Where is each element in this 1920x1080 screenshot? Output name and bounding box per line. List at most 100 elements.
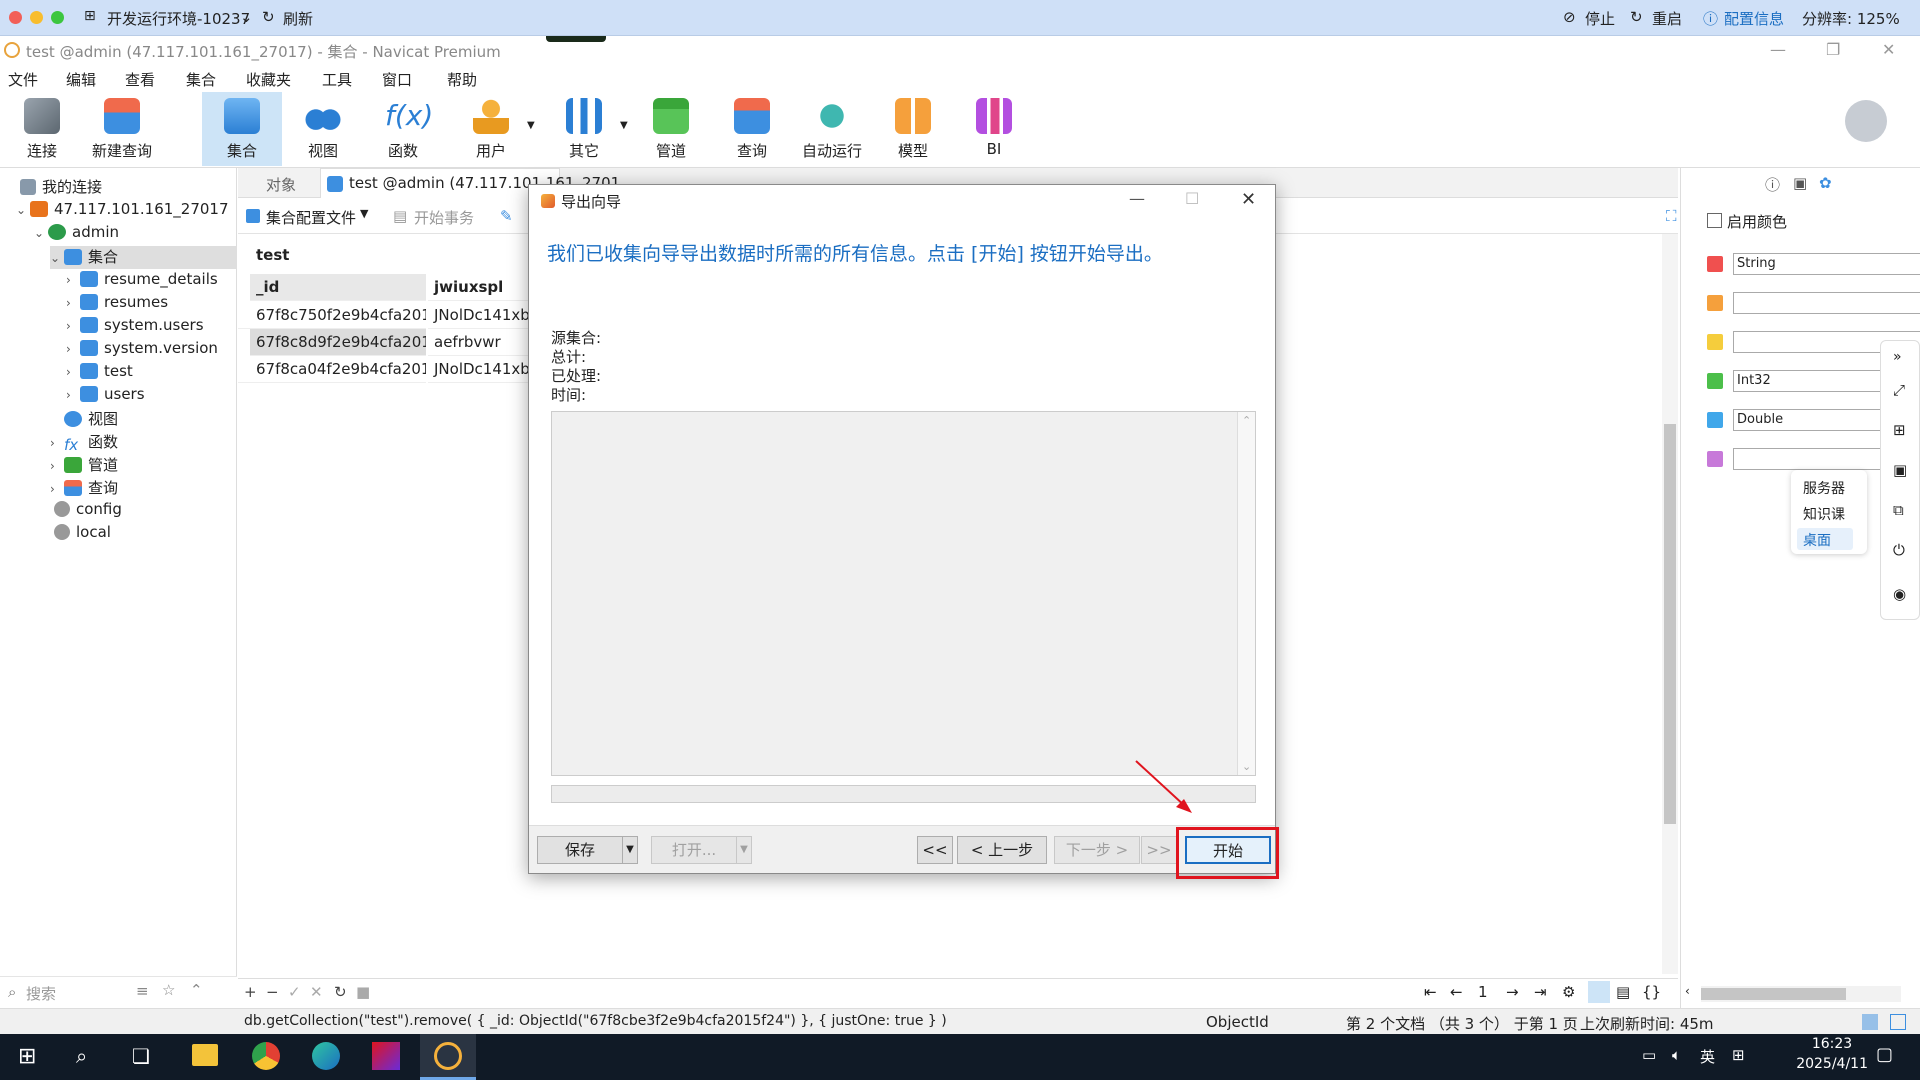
refresh-button[interactable]: 刷新 (283, 8, 313, 29)
color-swatch[interactable] (1707, 334, 1723, 350)
add-icon[interactable]: + (244, 983, 257, 1001)
collection-item[interactable]: › test (66, 362, 133, 385)
task-view-icon[interactable]: ❏ (132, 1044, 150, 1068)
maximize-dot[interactable] (51, 11, 64, 24)
fullscreen-icon[interactable]: ⤢ (1893, 381, 1905, 399)
model-button[interactable]: 模型 (873, 92, 953, 166)
keyboard-icon[interactable]: ⊞ (1732, 1046, 1745, 1064)
group-pipelines[interactable]: › 管道 (50, 454, 118, 477)
close-icon[interactable]: ✕ (1882, 40, 1895, 59)
collapse-icon[interactable]: ⌃ (190, 981, 203, 999)
eye-icon[interactable]: ◉ (1893, 585, 1906, 603)
first-page-icon[interactable]: ⇤ (1424, 983, 1437, 1001)
db-local[interactable]: local (54, 523, 111, 546)
group-views[interactable]: 视图 (64, 408, 118, 431)
prev-step-button[interactable]: < 上一步 (957, 836, 1047, 864)
clock-date[interactable]: 2025/4/11 (1768, 1056, 1868, 1072)
connection-node[interactable]: ⌄ 47.117.101.161_27017 (16, 200, 229, 223)
info-icon[interactable]: ⓘ (1765, 174, 1780, 195)
collection-item[interactable]: › resume_details (66, 270, 218, 293)
close-icon[interactable]: ✕ (1241, 189, 1256, 210)
db-config[interactable]: config (54, 500, 122, 523)
popup-item-course[interactable]: 知识课 (1803, 504, 1845, 524)
minimize-dot[interactable] (30, 11, 43, 24)
copy-icon[interactable]: ⧉ (1893, 501, 1904, 519)
log-textarea[interactable]: ⌃ ⌄ (551, 411, 1256, 776)
menu-collection[interactable]: 集合 (186, 69, 216, 90)
color-swatch[interactable] (1707, 256, 1723, 272)
chevron-left-icon[interactable]: ‹ (1685, 984, 1690, 998)
connect-button[interactable]: 连接 (2, 92, 82, 166)
minimize-icon[interactable]: — (1770, 40, 1786, 59)
menu-tools[interactable]: 工具 (322, 69, 352, 90)
check-icon[interactable]: ✓ (288, 983, 301, 1001)
save-dropdown[interactable]: ▼ (622, 836, 638, 864)
volume-icon[interactable]: 🔈︎ (1672, 1046, 1681, 1064)
stop-icon[interactable]: ⊘ (1563, 8, 1576, 26)
scrollbar-thumb[interactable] (1701, 988, 1846, 1000)
next-page-icon[interactable]: → (1506, 983, 1519, 1001)
settings-icon[interactable]: ⚙ (1562, 983, 1575, 1001)
menu-favorites[interactable]: 收藏夹 (246, 69, 291, 90)
collection-item[interactable]: › users (66, 385, 145, 408)
color-swatch[interactable] (1707, 451, 1723, 467)
tab-objects[interactable]: 对象 (266, 174, 296, 195)
chevron-down-icon[interactable]: ▼ (360, 207, 368, 220)
fullscreen-icon[interactable]: ⛶ (1666, 207, 1677, 225)
json-view-icon[interactable]: {} (1642, 983, 1661, 1001)
panel-left-icon[interactable] (1862, 1014, 1878, 1030)
cancel-icon[interactable]: ✕ (310, 983, 323, 1001)
stop-button[interactable]: 停止 (1585, 8, 1615, 29)
grid-view-icon[interactable] (1588, 981, 1610, 1003)
scrollbar-thumb[interactable] (1664, 424, 1676, 824)
clock-time[interactable]: 16:23 (1794, 1036, 1870, 1052)
collection-button[interactable]: 集合 (202, 92, 282, 166)
pipeline-button[interactable]: 管道 (631, 92, 711, 166)
popup-item-desktop[interactable]: 桌面 (1803, 530, 1831, 550)
refresh-icon[interactable]: ↻ (334, 983, 347, 1001)
maximize-icon[interactable]: ☐ (1185, 189, 1199, 208)
group-functions[interactable]: › fx 函数 (50, 431, 118, 454)
restart-button[interactable]: 重启 (1652, 8, 1682, 29)
color-swatch[interactable] (1707, 412, 1723, 428)
other-button[interactable]: 其它 (544, 92, 624, 166)
avatar[interactable] (1845, 100, 1887, 142)
refresh-icon[interactable]: ↻ (262, 8, 275, 26)
group-queries[interactable]: › 查询 (50, 477, 118, 500)
panel-right-icon[interactable] (1890, 1014, 1906, 1030)
menu-window[interactable]: 窗口 (382, 69, 412, 90)
color-icon[interactable]: ✿ (1819, 174, 1832, 192)
file-explorer-icon[interactable] (192, 1044, 218, 1066)
window-icon[interactable]: ▣ (1893, 461, 1907, 479)
collection-item[interactable]: › system.version (66, 339, 218, 362)
chrome-icon[interactable] (252, 1042, 280, 1070)
color-swatch[interactable] (1707, 295, 1723, 311)
edit-icon[interactable]: ✎ (500, 207, 513, 225)
edge-icon[interactable] (312, 1042, 340, 1070)
ime-indicator[interactable]: 英 (1700, 1046, 1715, 1067)
first-step-button[interactable]: << (917, 836, 953, 864)
config-button[interactable]: 配置信息 (1724, 8, 1784, 29)
table-cell[interactable]: 67f8c750f2e9b4cfa2015 (238, 302, 426, 329)
remove-icon[interactable]: − (266, 983, 279, 1001)
last-page-icon[interactable]: ⇥ (1534, 983, 1547, 1001)
type-field[interactable]: String (1733, 253, 1920, 275)
restore-icon[interactable]: ❐ (1826, 40, 1840, 59)
power-icon[interactable]: ⏻ (1893, 541, 1905, 559)
chevron-down-icon[interactable]: ▼ (527, 120, 535, 131)
next-step-button[interactable]: 下一步 > (1054, 836, 1140, 864)
auto-run-button[interactable]: 自动运行 (792, 92, 872, 166)
last-step-button[interactable]: >> (1141, 836, 1177, 864)
bi-button[interactable]: BI (954, 92, 1034, 166)
collection-item[interactable]: › system.users (66, 316, 204, 339)
new-query-button[interactable]: 新建查询 (82, 92, 162, 166)
my-connections[interactable]: 我的连接 (20, 176, 102, 199)
group-collections[interactable]: ⌄ 集合 (50, 246, 237, 269)
begin-transaction-button[interactable]: 开始事务 (414, 207, 474, 228)
filter-icon[interactable]: ≡ (136, 982, 149, 1000)
menu-view[interactable]: 查看 (125, 69, 155, 90)
collection-config-button[interactable]: 集合配置文件 (266, 207, 356, 228)
horizontal-scrollbar[interactable]: ‹ › (1685, 984, 1901, 1002)
chevron-up-icon[interactable]: ⌃ (1242, 414, 1251, 427)
resolution-selector[interactable]: 分辨率: 125% (1802, 8, 1900, 29)
